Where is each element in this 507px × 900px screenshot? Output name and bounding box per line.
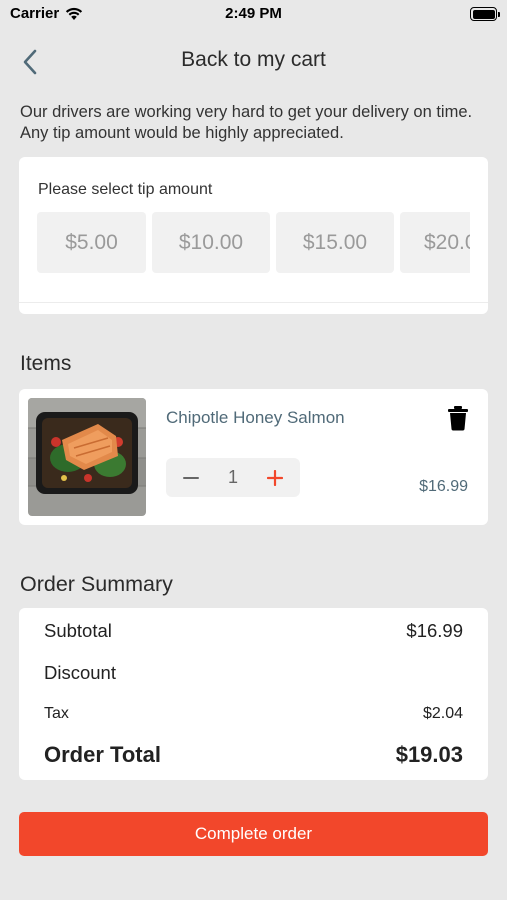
summary-card: Subtotal $16.99 Discount Tax $2.04 Order… bbox=[19, 608, 488, 780]
items-title: Items bbox=[20, 352, 72, 375]
minus-icon bbox=[183, 476, 199, 479]
item-name: Chipotle Honey Salmon bbox=[166, 408, 345, 427]
tax-row: Tax $2.04 bbox=[44, 705, 463, 723]
summary-title: Order Summary bbox=[20, 572, 173, 596]
total-row: Order Total $19.03 bbox=[44, 742, 463, 768]
tip-option[interactable]: $5.00 bbox=[37, 212, 146, 273]
item-image bbox=[28, 398, 146, 516]
tip-option[interactable]: $20.00 bbox=[400, 212, 470, 273]
total-label: Order Total bbox=[44, 742, 161, 767]
status-bar: Carrier 2:49 PM bbox=[0, 0, 507, 30]
tip-note: Our drivers are working very hard to get… bbox=[20, 103, 473, 142]
plus-icon bbox=[266, 469, 283, 486]
page-title[interactable]: Back to my cart bbox=[0, 48, 507, 72]
item-price: $16.99 bbox=[419, 478, 468, 495]
status-time: 2:49 PM bbox=[225, 5, 282, 22]
quantity-value: 1 bbox=[227, 467, 238, 487]
tip-card: Please select tip amount $5.00 $10.00 $1… bbox=[19, 157, 488, 314]
subtotal-row: Subtotal $16.99 bbox=[44, 620, 463, 642]
battery-icon bbox=[470, 7, 500, 21]
trash-icon bbox=[448, 406, 468, 431]
cart-item: Chipotle Honey Salmon 1 $16.99 bbox=[19, 389, 488, 525]
subtotal-value: $16.99 bbox=[406, 620, 463, 641]
nav-bar: Back to my cart bbox=[0, 40, 507, 84]
tip-option[interactable]: $10.00 bbox=[152, 212, 270, 273]
delete-button[interactable] bbox=[447, 405, 469, 431]
tax-label: Tax bbox=[44, 705, 69, 722]
discount-label: Discount bbox=[44, 662, 116, 683]
tip-options[interactable]: $5.00 $10.00 $15.00 $20.00 bbox=[37, 212, 470, 273]
divider bbox=[19, 302, 488, 303]
subtotal-label: Subtotal bbox=[44, 620, 112, 641]
discount-row: Discount bbox=[44, 662, 463, 684]
tip-option[interactable]: $15.00 bbox=[276, 212, 394, 273]
complete-order-button[interactable]: Complete order bbox=[19, 812, 488, 856]
total-value: $19.03 bbox=[395, 742, 463, 767]
increase-button[interactable] bbox=[262, 465, 288, 491]
tax-value: $2.04 bbox=[422, 705, 463, 722]
quantity-stepper: 1 bbox=[166, 458, 300, 497]
tip-label: Please select tip amount bbox=[38, 181, 213, 198]
decrease-button[interactable] bbox=[178, 465, 204, 491]
